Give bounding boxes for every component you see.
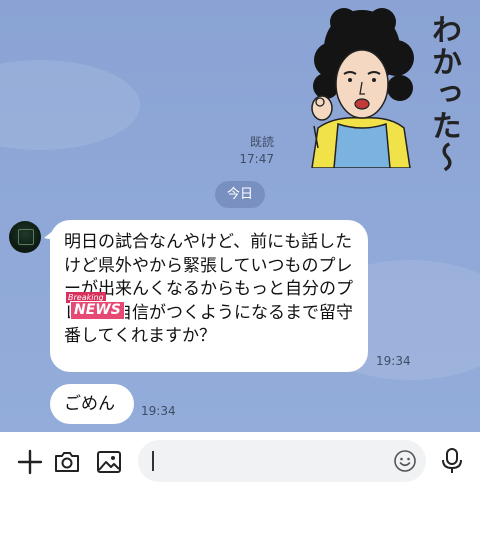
read-label: 既読 (249, 135, 274, 149)
message-bubble[interactable]: 明日の試合なんやけど、前にも話したけど県外やから緊張していつものプレーが出来んく… (44, 220, 368, 372)
image-icon[interactable] (95, 448, 123, 476)
date-separator: 今日 (215, 181, 265, 208)
avatar[interactable] (9, 221, 41, 253)
message-input[interactable] (138, 440, 426, 482)
read-receipt: 既読 17:47 (239, 134, 274, 168)
message-time: 19:34 (141, 404, 176, 418)
chat-area[interactable]: わかった〜 既読 17:47 今日 明日の試合なんやけど、前にも話したけど県外や… (0, 0, 480, 432)
plus-icon[interactable] (16, 448, 44, 476)
text-caret (152, 451, 154, 471)
camera-icon[interactable] (53, 448, 81, 476)
message-time: 19:34 (376, 354, 411, 368)
emoji-icon[interactable] (393, 449, 417, 473)
message-text: 明日の試合なんやけど、前にも話したけど県外やから緊張していつものプレーが出来んく… (64, 232, 353, 346)
message-text: ごめん (64, 394, 115, 414)
sent-time: 17:47 (239, 152, 274, 166)
sticker-caption: わかった〜 (426, 14, 461, 174)
message-bubble[interactable]: ごめん (50, 384, 134, 424)
microphone-icon[interactable] (440, 447, 464, 475)
background-cloud (0, 60, 140, 150)
